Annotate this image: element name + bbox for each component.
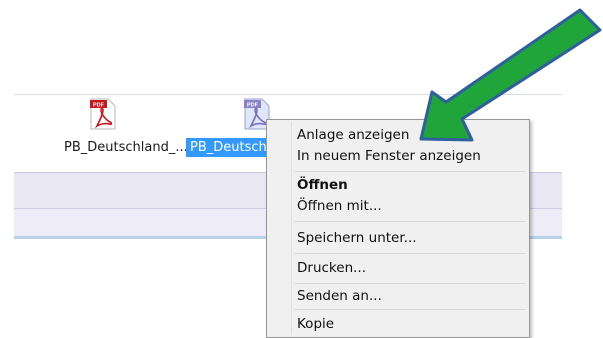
annotation-arrow-icon <box>419 8 602 142</box>
